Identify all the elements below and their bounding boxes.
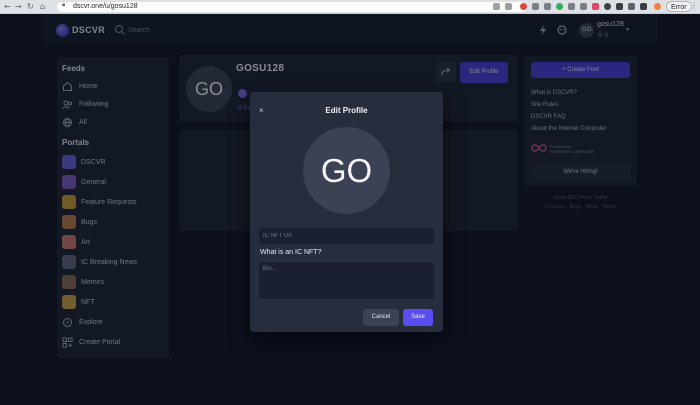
extension-icon[interactable] [604,3,611,10]
reload-icon[interactable]: ↻ [27,2,34,12]
puzzle-icon[interactable] [628,3,635,10]
extension-icon[interactable] [532,3,539,10]
bookmark-star-icon[interactable] [505,3,512,10]
address-bar-url: dscvr.one/u/gosu128 [73,3,138,10]
cancel-button[interactable]: Cancel [363,309,399,326]
extension-icon[interactable] [592,3,599,10]
bio-textarea[interactable] [259,262,434,299]
extension-icon[interactable] [580,3,587,10]
nft-url-input[interactable] [259,228,434,244]
lock-icon: 🔒︎ [62,1,66,8]
browser-toolbar: ← → ↻ ⌂ 🔒︎ dscvr.one/u/gosu128 Error ⋮ [0,0,700,14]
extension-icon[interactable] [568,3,575,10]
menu-dots-icon[interactable]: ⋮ [690,1,698,10]
extension-icon[interactable] [616,3,623,10]
modal-avatar[interactable]: GO [303,127,390,214]
forward-icon[interactable]: → [15,2,22,12]
home-browser-icon[interactable]: ⌂ [40,2,45,12]
save-button[interactable]: Save [403,309,433,326]
modal-title: Edit Profile [325,106,368,115]
extension-icon[interactable] [520,3,527,10]
extension-icon[interactable] [544,3,551,10]
sidebar-toggle-icon[interactable] [640,3,647,10]
nft-help-link[interactable]: What is an IC NFT? [260,249,321,256]
back-icon[interactable]: ← [4,2,11,12]
profile-icon[interactable] [654,3,661,10]
error-chip[interactable]: Error [666,1,692,12]
extension-icon[interactable] [556,3,563,10]
share-page-icon[interactable] [493,3,500,10]
